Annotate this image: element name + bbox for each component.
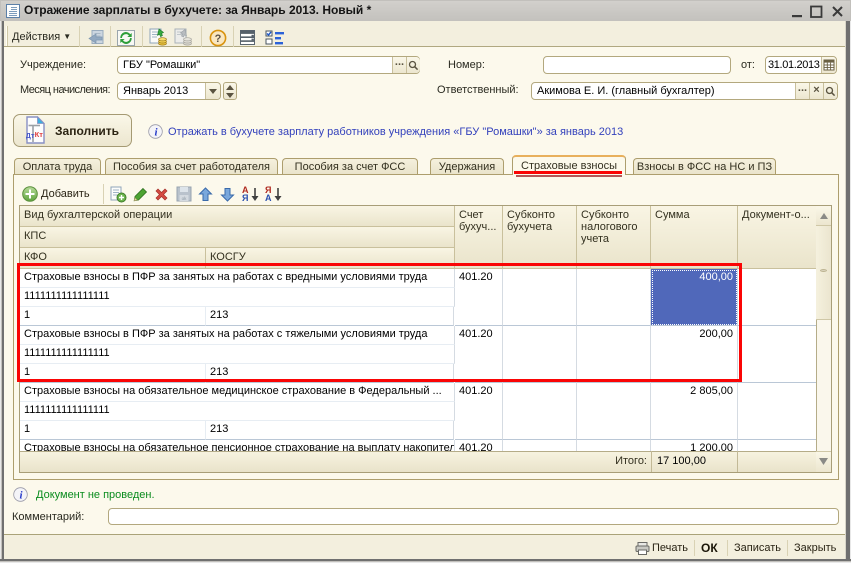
svg-text:Кт: Кт [35,130,44,139]
svg-text:?: ? [215,33,222,45]
svg-text:ok: ok [182,196,188,201]
svg-text:Дт: Дт [26,131,35,140]
